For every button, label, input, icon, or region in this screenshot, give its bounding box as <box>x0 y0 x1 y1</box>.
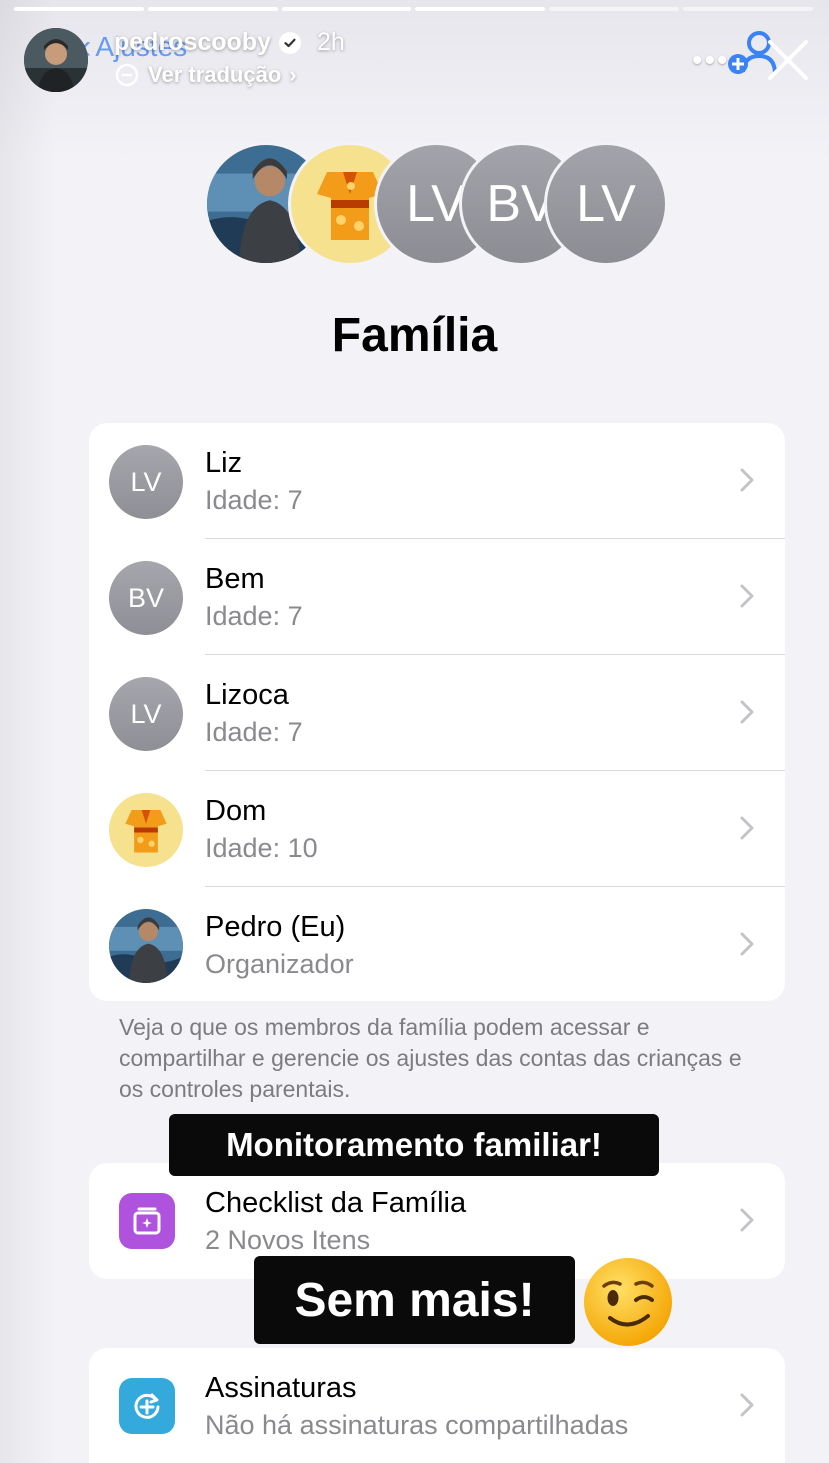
family-footnote: Veja o que os membros da família podem a… <box>119 1014 742 1102</box>
family-avatars-group: LV BV LV <box>204 142 674 270</box>
member-avatar: LV <box>109 445 183 519</box>
chevron-right-icon <box>740 584 754 608</box>
chevron-right-icon <box>740 1208 754 1232</box>
chevron-right-icon <box>740 468 754 492</box>
checklist-icon <box>119 1193 175 1249</box>
close-icon[interactable] <box>766 38 810 82</box>
subscriptions-row[interactable]: Assinaturas Não há assinaturas compartil… <box>89 1348 785 1463</box>
progress-segment <box>549 7 680 11</box>
progress-segment <box>147 7 278 11</box>
page-title: Família <box>331 309 498 362</box>
winking-face-icon <box>584 1258 672 1346</box>
kimono-icon <box>125 810 167 853</box>
subscriptions-card[interactable]: Assinaturas Não há assinaturas compartil… <box>89 1348 785 1463</box>
chevron-right-icon <box>740 816 754 840</box>
verified-badge-icon <box>278 31 301 54</box>
member-name: Bem <box>205 563 265 595</box>
member-detail: Idade: 7 <box>205 717 303 747</box>
member-row[interactable]: Dom Idade: 10 <box>89 771 785 887</box>
chevron-right-icon <box>740 700 754 724</box>
more-options-icon[interactable]: ••• <box>692 44 730 78</box>
checklist-title: Checklist da Família <box>205 1187 467 1219</box>
checklist-detail: 2 Novos Itens <box>205 1225 371 1255</box>
avatar-initials: LV <box>544 142 668 266</box>
member-detail: Organizador <box>205 949 354 979</box>
chevron-right-icon: › <box>289 62 297 87</box>
member-name: Pedro (Eu) <box>205 911 346 943</box>
progress-segment <box>415 7 546 11</box>
member-row[interactable]: Pedro (Eu) Organizador <box>89 887 785 1001</box>
member-avatar: LV <box>109 677 183 751</box>
story-edge-shadow <box>0 0 56 1463</box>
member-name: Lizoca <box>205 679 289 711</box>
username-text: pedroscooby <box>114 28 271 56</box>
profile-photo <box>109 909 183 983</box>
subscriptions-title: Assinaturas <box>205 1372 357 1404</box>
member-name: Liz <box>205 447 243 479</box>
member-row[interactable]: BV Bem Idade: 7 <box>89 539 785 655</box>
story-progress <box>14 7 813 11</box>
member-avatar: BV <box>109 561 183 635</box>
member-detail: Idade: 10 <box>205 833 318 863</box>
progress-segment <box>14 7 144 11</box>
member-avatar <box>109 793 183 867</box>
members-list: LV Liz Idade: 7 BV Bem Idade: 7 LV Lizoc… <box>89 423 785 1001</box>
story-username[interactable]: pedroscooby 2h <box>114 28 345 57</box>
chevron-right-icon <box>740 1393 754 1417</box>
story-frame: ‹ Ajustes pedroscooby 2h Ver tradução › … <box>0 0 829 1463</box>
member-detail: Idade: 7 <box>205 485 303 515</box>
subscriptions-icon <box>119 1378 175 1434</box>
progress-segment <box>683 7 813 11</box>
subscriptions-detail: Não há assinaturas compartilhadas <box>205 1410 629 1440</box>
chevron-right-icon <box>740 932 754 956</box>
member-row[interactable]: LV Lizoca Idade: 7 <box>89 655 785 771</box>
progress-segment <box>281 7 412 11</box>
translate-label: Ver tradução <box>148 62 282 87</box>
story-author-avatar[interactable] <box>24 28 88 92</box>
member-detail: Idade: 7 <box>205 601 303 631</box>
translate-link[interactable]: Ver tradução › <box>114 62 297 88</box>
member-row[interactable]: LV Liz Idade: 7 <box>89 423 785 539</box>
translate-icon <box>115 63 139 87</box>
member-name: Dom <box>205 795 267 827</box>
monitoring-sticker: Monitoramento familiar! <box>169 1114 659 1176</box>
no-more-sticker: Sem mais! <box>254 1256 575 1344</box>
member-avatar <box>109 909 183 983</box>
story-time: 2h <box>316 28 345 56</box>
